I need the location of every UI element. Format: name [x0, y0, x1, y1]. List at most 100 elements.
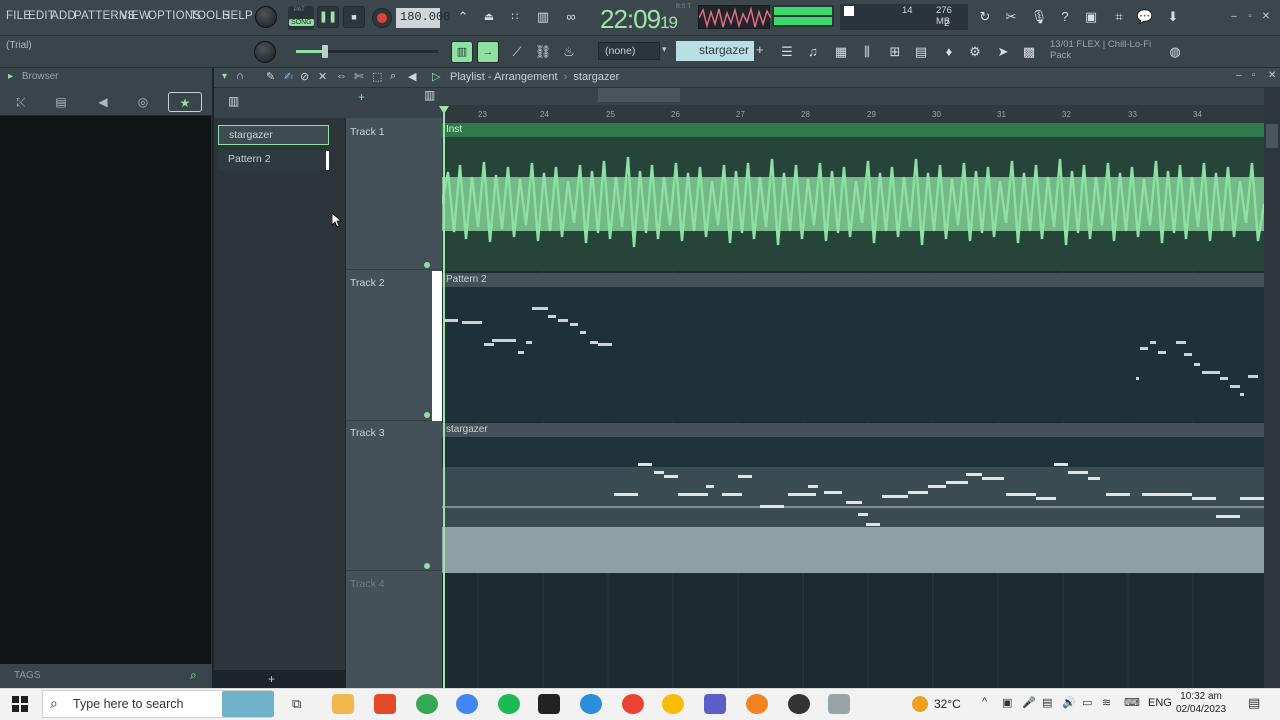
minimize-icon[interactable]: –	[1228, 12, 1240, 22]
search-highlight-icon[interactable]	[222, 691, 274, 717]
save-icon[interactable]: ▣	[1080, 6, 1102, 28]
pattern-clip-stargazer[interactable]	[442, 437, 1264, 573]
select-tool-icon[interactable]: ⬚	[372, 70, 382, 83]
slice-tool-icon[interactable]: ✄	[354, 70, 363, 83]
notifications-icon[interactable]: ▤	[1248, 695, 1260, 711]
chat-icon[interactable]: 💬	[1134, 6, 1156, 28]
loop-record-icon[interactable]: ∞	[560, 6, 582, 28]
office-icon[interactable]	[374, 694, 396, 714]
pattern-type-select[interactable]: (none)	[598, 42, 660, 60]
vertical-scrollbar-thumb[interactable]	[1266, 124, 1278, 148]
paint-tool-icon[interactable]: ✍	[284, 70, 293, 83]
plugin-icon[interactable]: ▤	[910, 41, 932, 63]
piano-icon[interactable]: ▥	[228, 94, 239, 108]
chrome-icon[interactable]	[416, 694, 438, 714]
menu-view[interactable]: VIEW	[120, 10, 150, 22]
browser-tab-favorites-icon[interactable]: ★	[168, 92, 202, 112]
search-icon[interactable]: ⌕	[190, 668, 197, 683]
edge-icon[interactable]	[580, 694, 602, 714]
playhead-marker-icon[interactable]	[439, 106, 449, 114]
pattern-clip-header[interactable]: stargazer	[442, 423, 1264, 437]
keyboard-icon[interactable]: ⌨	[1124, 696, 1140, 709]
playlist-minimize-icon[interactable]: –	[1236, 70, 1242, 81]
tray-device-icon[interactable]: ▣	[1002, 696, 1012, 709]
panic-icon[interactable]: ✂	[1000, 6, 1022, 28]
playhead-line[interactable]	[443, 108, 445, 688]
temperature[interactable]: 32°C	[934, 697, 961, 711]
add-clip-icon[interactable]: +	[268, 672, 275, 686]
export-icon[interactable]: ➤	[992, 41, 1014, 63]
volume-icon[interactable]: 🔊	[1062, 696, 1076, 709]
delete-tool-icon[interactable]: ⊘	[300, 70, 309, 83]
zoom-tool-icon[interactable]: ⌕	[390, 70, 396, 83]
master-volume-slider[interactable]	[296, 45, 438, 58]
pattern-view-icon[interactable]: ▥	[424, 88, 435, 102]
picker-item-pattern-2[interactable]: Pattern 2	[218, 150, 329, 170]
horizontal-scrollbar-thumb[interactable]	[598, 88, 680, 102]
slider-handle[interactable]	[322, 45, 328, 58]
magnet-icon[interactable]: ∩	[236, 70, 244, 82]
task-view-icon[interactable]: ⧉	[292, 696, 301, 712]
track-active-indicator[interactable]	[424, 563, 430, 569]
track-header-1[interactable]: Track 1	[346, 120, 442, 270]
mute-tool-icon[interactable]: ✕	[318, 70, 327, 83]
maximize-icon[interactable]: ▫	[1244, 12, 1256, 22]
playlist-icon[interactable]: ☰	[776, 41, 798, 63]
browser-tab-all-icon[interactable]: ⤪	[4, 92, 38, 112]
fx-icon[interactable]: ♦	[938, 41, 960, 63]
browser-tab-sounds-icon[interactable]: ◀	[86, 92, 120, 112]
add-track-icon[interactable]: +	[358, 90, 365, 104]
wait-input-icon[interactable]: ⏏	[478, 6, 500, 28]
input-language[interactable]: ENG	[1148, 697, 1172, 709]
pat-song-toggle[interactable]: PAT SONG	[288, 6, 314, 30]
browser-arrow-icon[interactable]: ▸	[8, 71, 13, 82]
windows-start-icon[interactable]	[12, 696, 28, 712]
draw-tool-icon[interactable]: ✎	[266, 70, 275, 83]
track-header-2[interactable]: Track 2	[346, 271, 442, 421]
browser-tab-files-icon[interactable]: ▤	[44, 92, 78, 112]
system-clock[interactable]: 10:32 am 02/04/2023	[1176, 690, 1226, 716]
track-active-indicator[interactable]	[424, 262, 430, 268]
song-position-display[interactable]: 22:0919	[600, 4, 678, 35]
playback-tool-icon[interactable]: ◀	[408, 70, 416, 83]
browser-tab-plugins-icon[interactable]: ◎	[126, 92, 160, 112]
tray-mic-icon[interactable]: 🎤	[1022, 696, 1036, 709]
snap-piano-icon[interactable]: ▥	[451, 41, 473, 63]
window-app-icon[interactable]	[828, 694, 850, 714]
wifi-icon[interactable]: ≋	[1102, 696, 1111, 709]
track-active-indicator[interactable]	[424, 412, 430, 418]
picker-item-stargazer[interactable]: stargazer	[218, 125, 329, 145]
pattern-name-field[interactable]: stargazer	[676, 41, 754, 61]
spotify-icon[interactable]	[498, 694, 520, 714]
chrome-profile-icon[interactable]	[456, 694, 478, 714]
playlist-close-icon[interactable]: ✕	[1268, 70, 1276, 81]
countdown-icon[interactable]: ∷	[504, 6, 526, 28]
chevron-down-icon[interactable]: ▾	[662, 44, 667, 55]
stamp-icon[interactable]: ♨	[558, 41, 580, 63]
slip-tool-icon[interactable]: ⇔	[336, 70, 347, 82]
audio-clip-header[interactable]: Inst	[442, 123, 1264, 137]
mixer-link-icon[interactable]: ⌗	[1108, 6, 1130, 28]
news-panel[interactable]: 13/01 FLEX | Chill-Lo-Fi Pack	[1050, 39, 1151, 61]
pattern-clip-header[interactable]: Pattern 2	[442, 273, 1264, 287]
undo-icon[interactable]: ↻	[974, 6, 996, 28]
metronome-icon[interactable]: ⌃	[452, 6, 474, 28]
record-button[interactable]	[372, 8, 392, 28]
add-pattern-icon[interactable]: +	[756, 42, 764, 57]
pattern-clip-pattern-2[interactable]	[442, 287, 1264, 421]
browser-icon[interactable]: ⊞	[884, 41, 906, 63]
stop-button[interactable]: ■	[343, 6, 365, 28]
step-arrow-icon[interactable]: →	[477, 41, 499, 63]
pencil-tool-icon[interactable]: ⟋	[506, 41, 528, 63]
online-status-icon[interactable]: ◍	[1164, 41, 1186, 63]
pause-button[interactable]: ❚❚	[317, 6, 339, 28]
menu-arrow-icon[interactable]: ▾	[222, 71, 227, 82]
master-volume-knob[interactable]	[255, 6, 277, 28]
mixer-icon[interactable]: ⫼	[856, 41, 878, 63]
fl-studio-icon[interactable]	[746, 694, 768, 714]
menu-add[interactable]: ADD	[51, 10, 76, 22]
channel-rack-icon[interactable]: ▦	[830, 41, 852, 63]
piano-roll-icon[interactable]: ♫	[802, 41, 824, 63]
capcut-icon[interactable]	[538, 694, 560, 714]
teams-icon[interactable]	[704, 694, 726, 714]
